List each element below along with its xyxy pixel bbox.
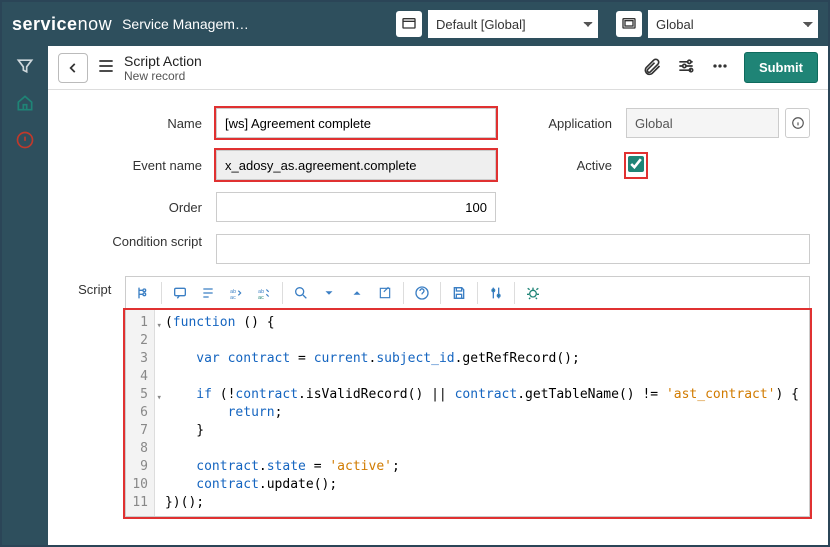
order-input[interactable]	[216, 192, 496, 222]
chevron-up-icon[interactable]	[343, 280, 371, 306]
attachment-icon[interactable]	[642, 56, 662, 79]
back-button[interactable]	[58, 53, 88, 83]
context-menu-icon[interactable]	[96, 56, 116, 79]
scope-icon[interactable]	[396, 11, 422, 37]
code-area[interactable]: (function () { var contract = current.su…	[155, 310, 809, 516]
search-icon[interactable]	[287, 280, 315, 306]
script-label: Script	[66, 276, 125, 297]
svg-text:ac: ac	[230, 295, 236, 300]
svg-text:ab: ab	[258, 289, 264, 295]
content-area: Script Action New record Submit	[48, 46, 828, 545]
svg-text:ac: ac	[258, 295, 264, 300]
scope-select[interactable]: Default [Global]	[428, 10, 598, 38]
page-subtitle: New record	[124, 69, 202, 83]
name-input[interactable]	[216, 108, 496, 138]
info-icon[interactable]	[15, 130, 35, 153]
script-editor[interactable]: 1▾ 2 3 4 5▾ 6 7 8 9 10 11	[125, 310, 810, 517]
event-name-label: Event name	[66, 158, 216, 173]
app-title: Service Managem…	[122, 16, 249, 32]
line-gutter: 1▾ 2 3 4 5▾ 6 7 8 9 10 11	[126, 310, 155, 516]
application-label: Application	[526, 116, 626, 131]
application-info-button[interactable]	[785, 108, 810, 138]
update-set-icon[interactable]	[616, 11, 642, 37]
help-icon[interactable]	[408, 280, 436, 306]
filter-icon[interactable]	[15, 56, 35, 79]
script-tree-icon[interactable]	[129, 280, 157, 306]
toggle-diff-icon[interactable]	[482, 280, 510, 306]
form-body: Name Application Event name x_ad	[48, 90, 828, 539]
event-name-select[interactable]: x_adosy_as.agreement.complete	[216, 150, 496, 180]
page-title: Script Action	[124, 53, 202, 69]
application-input	[626, 108, 779, 138]
top-bar: servicenow Service Managem… Default [Glo…	[2, 2, 828, 46]
fullscreen-icon[interactable]	[371, 280, 399, 306]
form-header: Script Action New record Submit	[48, 46, 828, 90]
replace-icon[interactable]: abac	[222, 280, 250, 306]
condition-script-label: Condition script	[66, 234, 216, 264]
replace-all-icon[interactable]: abac	[250, 280, 278, 306]
more-icon[interactable]	[710, 56, 730, 79]
update-set-select[interactable]: Global	[648, 10, 818, 38]
svg-text:ab: ab	[230, 289, 236, 295]
submit-button-header[interactable]: Submit	[744, 52, 818, 83]
chevron-down-icon[interactable]	[315, 280, 343, 306]
sidebar	[2, 46, 48, 545]
home-icon[interactable]	[15, 93, 35, 116]
format-icon[interactable]	[194, 280, 222, 306]
active-label: Active	[526, 158, 626, 173]
comment-icon[interactable]	[166, 280, 194, 306]
settings-icon[interactable]	[676, 56, 696, 79]
active-checkbox[interactable]	[628, 156, 644, 172]
order-label: Order	[66, 200, 216, 215]
save-icon[interactable]	[445, 280, 473, 306]
form-footer: Submit	[48, 539, 828, 545]
logo: servicenow	[12, 14, 112, 35]
script-toolbar: abac abac	[125, 276, 810, 310]
debug-icon[interactable]	[519, 280, 547, 306]
condition-script-input[interactable]	[216, 234, 810, 264]
name-label: Name	[66, 116, 216, 131]
